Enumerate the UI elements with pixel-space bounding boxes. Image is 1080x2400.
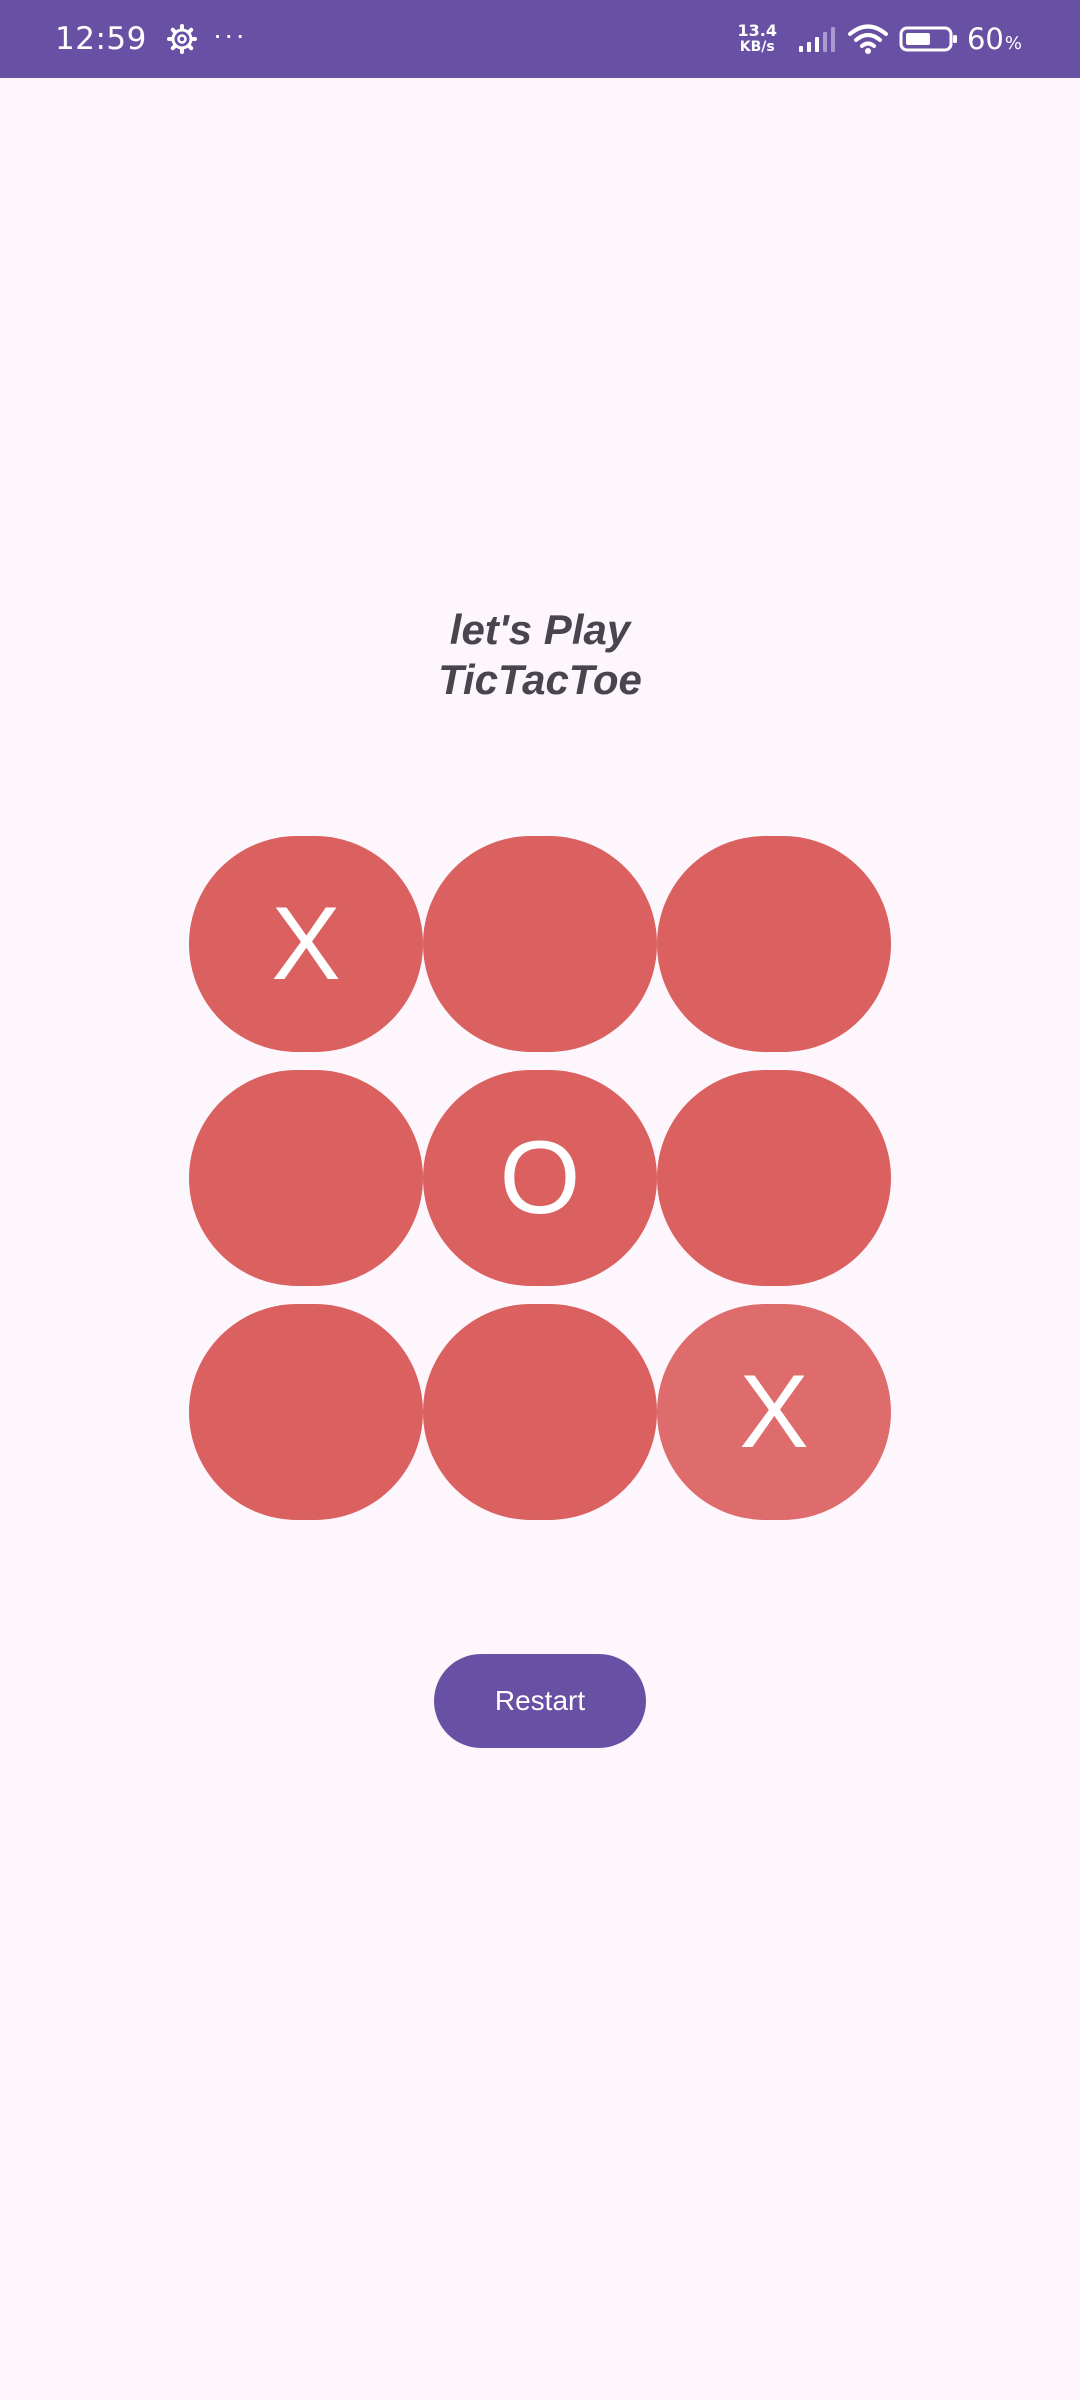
- network-speed-value: 13.4: [737, 21, 777, 40]
- settings-gear-icon: [165, 22, 199, 56]
- battery-icon: [899, 24, 959, 54]
- more-dots-icon: ···: [212, 19, 247, 50]
- game-title: let's Play TicTacToe: [0, 605, 1080, 705]
- board-cell-7[interactable]: [189, 1304, 423, 1520]
- status-bar-right: 13.4 KB/s 60 %: [738, 0, 1023, 78]
- board-cell-8[interactable]: [423, 1304, 657, 1520]
- board-cell-6[interactable]: [657, 1070, 891, 1286]
- signal-icon: [797, 24, 837, 54]
- network-speed-unit: KB/s: [739, 39, 775, 55]
- battery-percent-symbol: %: [1004, 33, 1022, 54]
- board-cell-3[interactable]: [657, 836, 891, 1052]
- status-time: 12:59: [55, 21, 147, 57]
- board-cell-2[interactable]: [423, 836, 657, 1052]
- status-bar: 12:59 ··· 13.4 KB/s 60 %: [0, 0, 1080, 78]
- title-line-1: let's Play: [449, 606, 631, 653]
- board-cell-5[interactable]: O: [423, 1070, 657, 1286]
- battery-percent-value: 60: [966, 22, 1004, 56]
- board-cell-9[interactable]: X: [657, 1304, 891, 1520]
- game-board: X O X: [189, 836, 891, 1520]
- status-bar-left: 12:59 ···: [55, 0, 247, 78]
- board-cell-1[interactable]: X: [189, 836, 423, 1052]
- title-line-2: TicTacToe: [438, 656, 642, 703]
- network-speed: 13.4 KB/s: [737, 21, 777, 56]
- wifi-icon: [847, 23, 889, 55]
- board-cell-4[interactable]: [189, 1070, 423, 1286]
- battery-percent: 60%: [967, 22, 1022, 56]
- restart-button[interactable]: Restart: [434, 1654, 646, 1748]
